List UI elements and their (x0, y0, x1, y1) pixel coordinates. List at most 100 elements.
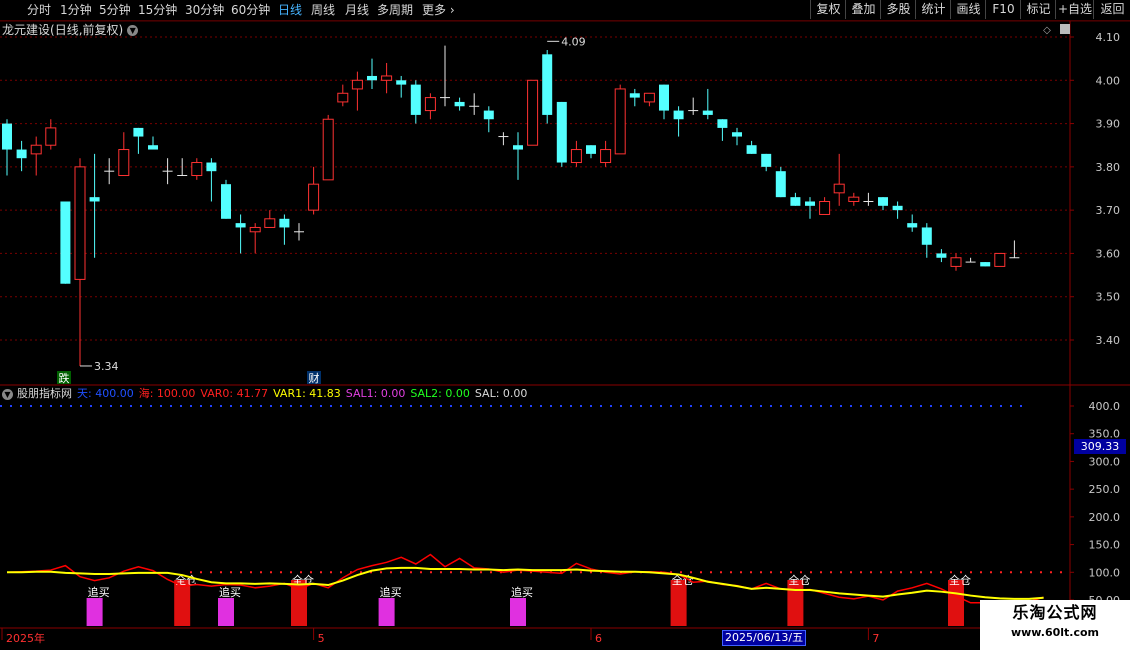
indicator-param-1: 海: 100.00 (138, 387, 196, 400)
buy-signal-bar (218, 598, 234, 626)
candle-body (381, 75, 393, 81)
indicator-param-2: VAR0: 41.77 (200, 387, 269, 400)
buy-signal-label: 追买 (88, 585, 110, 599)
candle-body (424, 97, 436, 112)
candle-body (337, 92, 349, 103)
buy-signal-bar (510, 598, 526, 626)
candle-body (74, 166, 86, 280)
indicator-menu-icon[interactable]: ▼ (2, 388, 13, 400)
candle-body (235, 223, 246, 228)
candle-body (30, 144, 42, 155)
candle-body (643, 92, 655, 103)
price-tick-label: 3.80 (1096, 161, 1121, 174)
candle-body (483, 110, 494, 120)
date-label: 7 (872, 632, 879, 645)
candle-body (367, 75, 377, 81)
candle-body (746, 145, 757, 154)
date-label: 6 (595, 632, 602, 645)
indicator-param-0: 天: 400.00 (77, 387, 134, 400)
candle-body (454, 101, 465, 107)
price-tick-label: 3.60 (1096, 247, 1121, 260)
ind-tick-label: 150.0 (1089, 539, 1121, 552)
candle-body (848, 196, 860, 202)
candle-body (600, 149, 612, 164)
candle-body (60, 201, 71, 284)
watermark-url: www.60lt.com (1010, 626, 1100, 639)
candle-body (833, 183, 845, 194)
candle-body (221, 184, 231, 219)
candle-body (410, 84, 421, 115)
buy-signal-label: 追买 (511, 585, 533, 599)
candle-body (761, 153, 772, 167)
candle-body (2, 123, 12, 150)
candle-body (732, 132, 742, 137)
indicator-param-3: VAR1: 41.83 (273, 387, 341, 400)
candle-body (805, 201, 815, 206)
price-tick-label: 3.50 (1096, 291, 1121, 304)
candle-body (396, 80, 407, 85)
candle-body (819, 200, 831, 215)
scroll-icon (1060, 24, 1070, 34)
indicator-params: ▼ 股朋指标网 天: 400.00 海: 100.00 VAR0: 41.77 VAR1:… (2, 387, 532, 401)
buy-signal-label: 追买 (219, 585, 241, 599)
watermark-logo: 乐淘公式网 www.60lt.com (980, 600, 1130, 650)
candle-body (702, 110, 713, 115)
cursor-date: 2025/06/13/五 (722, 630, 807, 646)
candle-body (921, 227, 932, 245)
candle-body (994, 252, 1006, 267)
candle-body (950, 257, 962, 267)
candle-body (717, 119, 728, 128)
price-tick-label: 3.70 (1096, 204, 1121, 217)
indicator-param-4: SAL1: 0.00 (345, 387, 406, 400)
candle-body (45, 127, 57, 146)
candle-body (191, 162, 203, 177)
candle-body (249, 226, 261, 233)
indicator-param-6: SAL: 0.00 (474, 387, 528, 400)
candle-body (629, 93, 640, 98)
candle-body (118, 149, 130, 177)
buy-signal-bar (378, 598, 395, 626)
low-label: 3.34 (94, 360, 119, 373)
full-signal-label: 全仓 (788, 573, 810, 587)
candle-body (878, 197, 888, 206)
candle-body (790, 197, 801, 206)
ind-tick-label: 200.0 (1089, 511, 1121, 524)
buy-signal-label: 追买 (380, 585, 402, 599)
candle-body (673, 110, 684, 120)
ind-tick-label: 300.0 (1089, 455, 1121, 468)
candle-body (907, 223, 918, 228)
candle-body (308, 183, 320, 211)
candle-body (586, 145, 596, 154)
price-tick-label: 3.40 (1096, 334, 1121, 347)
indicator-name: 股朋指标网 (17, 387, 72, 400)
candle-body (556, 101, 567, 163)
candle-body (513, 145, 523, 150)
indicator-param-5: SAL2: 0.00 (410, 387, 470, 400)
date-label: 5 (318, 632, 325, 645)
candle-body (659, 84, 669, 111)
ind-tick-label: 100.0 (1089, 566, 1121, 579)
ind-tick-label: 250.0 (1089, 483, 1121, 496)
watermark-title: 乐淘公式网 (1012, 603, 1098, 622)
candle-body (148, 145, 158, 150)
high-label: 4.09 (561, 35, 586, 48)
buy-signal-bar (86, 598, 103, 626)
price-tick-label: 4.10 (1096, 31, 1121, 44)
candle-body (527, 79, 539, 146)
candle-body (892, 205, 903, 211)
current-value-box: 309.33 (1074, 439, 1126, 454)
candle-body (89, 197, 100, 202)
candle-body (980, 262, 991, 267)
full-signal-label: 全仓 (949, 573, 971, 587)
candle-body (264, 218, 276, 228)
kline-chart: ◇ 4.10 4.00 3.90 3.80 3.70 3.60 3.50 3.40 4.09 3.3… (0, 20, 1130, 650)
cai-tag: 财 (309, 371, 320, 385)
candle-body (614, 88, 626, 155)
candle-body (775, 171, 786, 198)
price-tick-label: 3.90 (1096, 118, 1121, 131)
die-tag: 跌 (59, 371, 70, 385)
candle-body (206, 162, 217, 172)
candle-body (936, 253, 947, 258)
candle-body (16, 149, 27, 159)
ind-tick-label: 400.0 (1089, 400, 1121, 413)
